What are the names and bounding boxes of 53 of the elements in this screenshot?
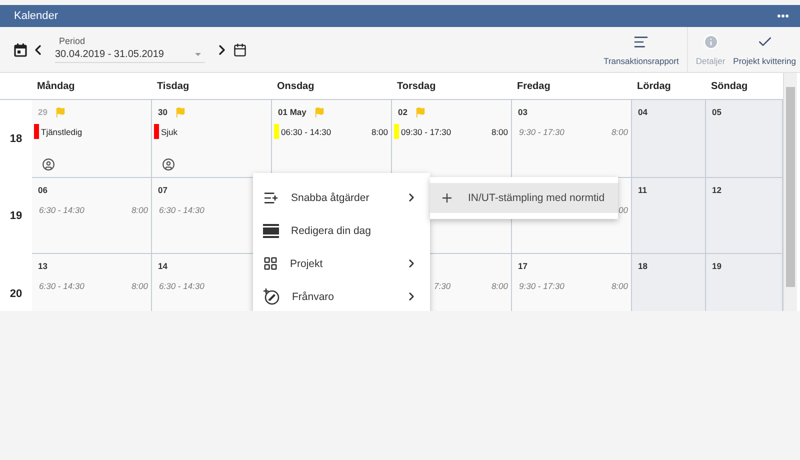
time-range: 09:30 - 17:30 xyxy=(401,126,452,136)
weekday-header: Måndag xyxy=(36,80,76,92)
week-number: 19 xyxy=(8,210,24,222)
date-number: 06 xyxy=(38,185,48,195)
hours-text: 8:00 xyxy=(131,280,148,290)
entry-label: Tjänstledig xyxy=(41,126,82,136)
period-value: 30.04.2019 - 31.05.2019 xyxy=(55,49,164,60)
hours-text: 8:00 xyxy=(611,126,628,136)
menu-item-label: Frånvaro xyxy=(292,290,336,302)
weekday-header: Tisdag xyxy=(156,80,190,92)
hours-text: 8:00 xyxy=(371,126,388,136)
date-number: 02 xyxy=(398,107,408,117)
date-number: 14 xyxy=(158,261,168,271)
hours-text: 8:00 xyxy=(491,280,508,290)
date-number: 17 xyxy=(518,261,528,271)
time-range: 6:30 - 14:30 xyxy=(39,204,84,214)
time-range: 06:30 - 14:30 xyxy=(281,126,332,136)
time-range: 7:30 xyxy=(434,280,451,290)
time-range: 9:30 - 17:30 xyxy=(519,280,564,290)
submenu-item-label: IN/UT-stämpling med normtid xyxy=(468,192,605,204)
hours-text: 8:00 xyxy=(131,204,148,214)
date-number: 19 xyxy=(712,261,722,271)
weekday-header: Torsdag xyxy=(396,80,437,92)
date-number: 12 xyxy=(712,185,722,195)
hours-text: 8:00 xyxy=(611,280,628,290)
window-title: Kalender xyxy=(14,10,58,22)
date-number: 30 xyxy=(158,107,168,117)
weekday-header: Söndag xyxy=(710,80,749,92)
period-label: Period xyxy=(59,36,86,46)
date-number: 29 xyxy=(38,107,48,117)
date-number: 07 xyxy=(158,185,168,195)
weekday-header: Lördag xyxy=(636,80,672,92)
date-number: 18 xyxy=(638,261,648,271)
menu-item-label: Projekt xyxy=(290,258,324,270)
entry-label: Sjuk xyxy=(161,126,178,136)
time-range: 9:30 - 17:30 xyxy=(519,126,564,136)
date-number: 13 xyxy=(38,261,48,271)
date-number: 03 xyxy=(518,107,528,117)
hours-text: 8:00 xyxy=(491,126,508,136)
weekday-header: Fredag xyxy=(516,80,552,92)
date-number: 04 xyxy=(638,107,648,117)
hours-text: 00 xyxy=(618,204,628,214)
weekday-header: Onsdag xyxy=(276,80,316,92)
week-number: 20 xyxy=(8,288,24,300)
date-number: 05 xyxy=(712,107,722,117)
date-number: 01 May xyxy=(278,107,306,117)
menu-item-label: Redigera din dag xyxy=(291,224,372,236)
time-range: 6:30 - 14:30 xyxy=(159,204,204,214)
date-number: 11 xyxy=(638,185,647,195)
week-number: 18 xyxy=(8,133,24,145)
time-range: 6:30 - 14:30 xyxy=(39,280,84,290)
menu-item-label: Snabba åtgärder xyxy=(291,192,370,204)
time-range: 6:30 - 14:30 xyxy=(159,280,204,290)
